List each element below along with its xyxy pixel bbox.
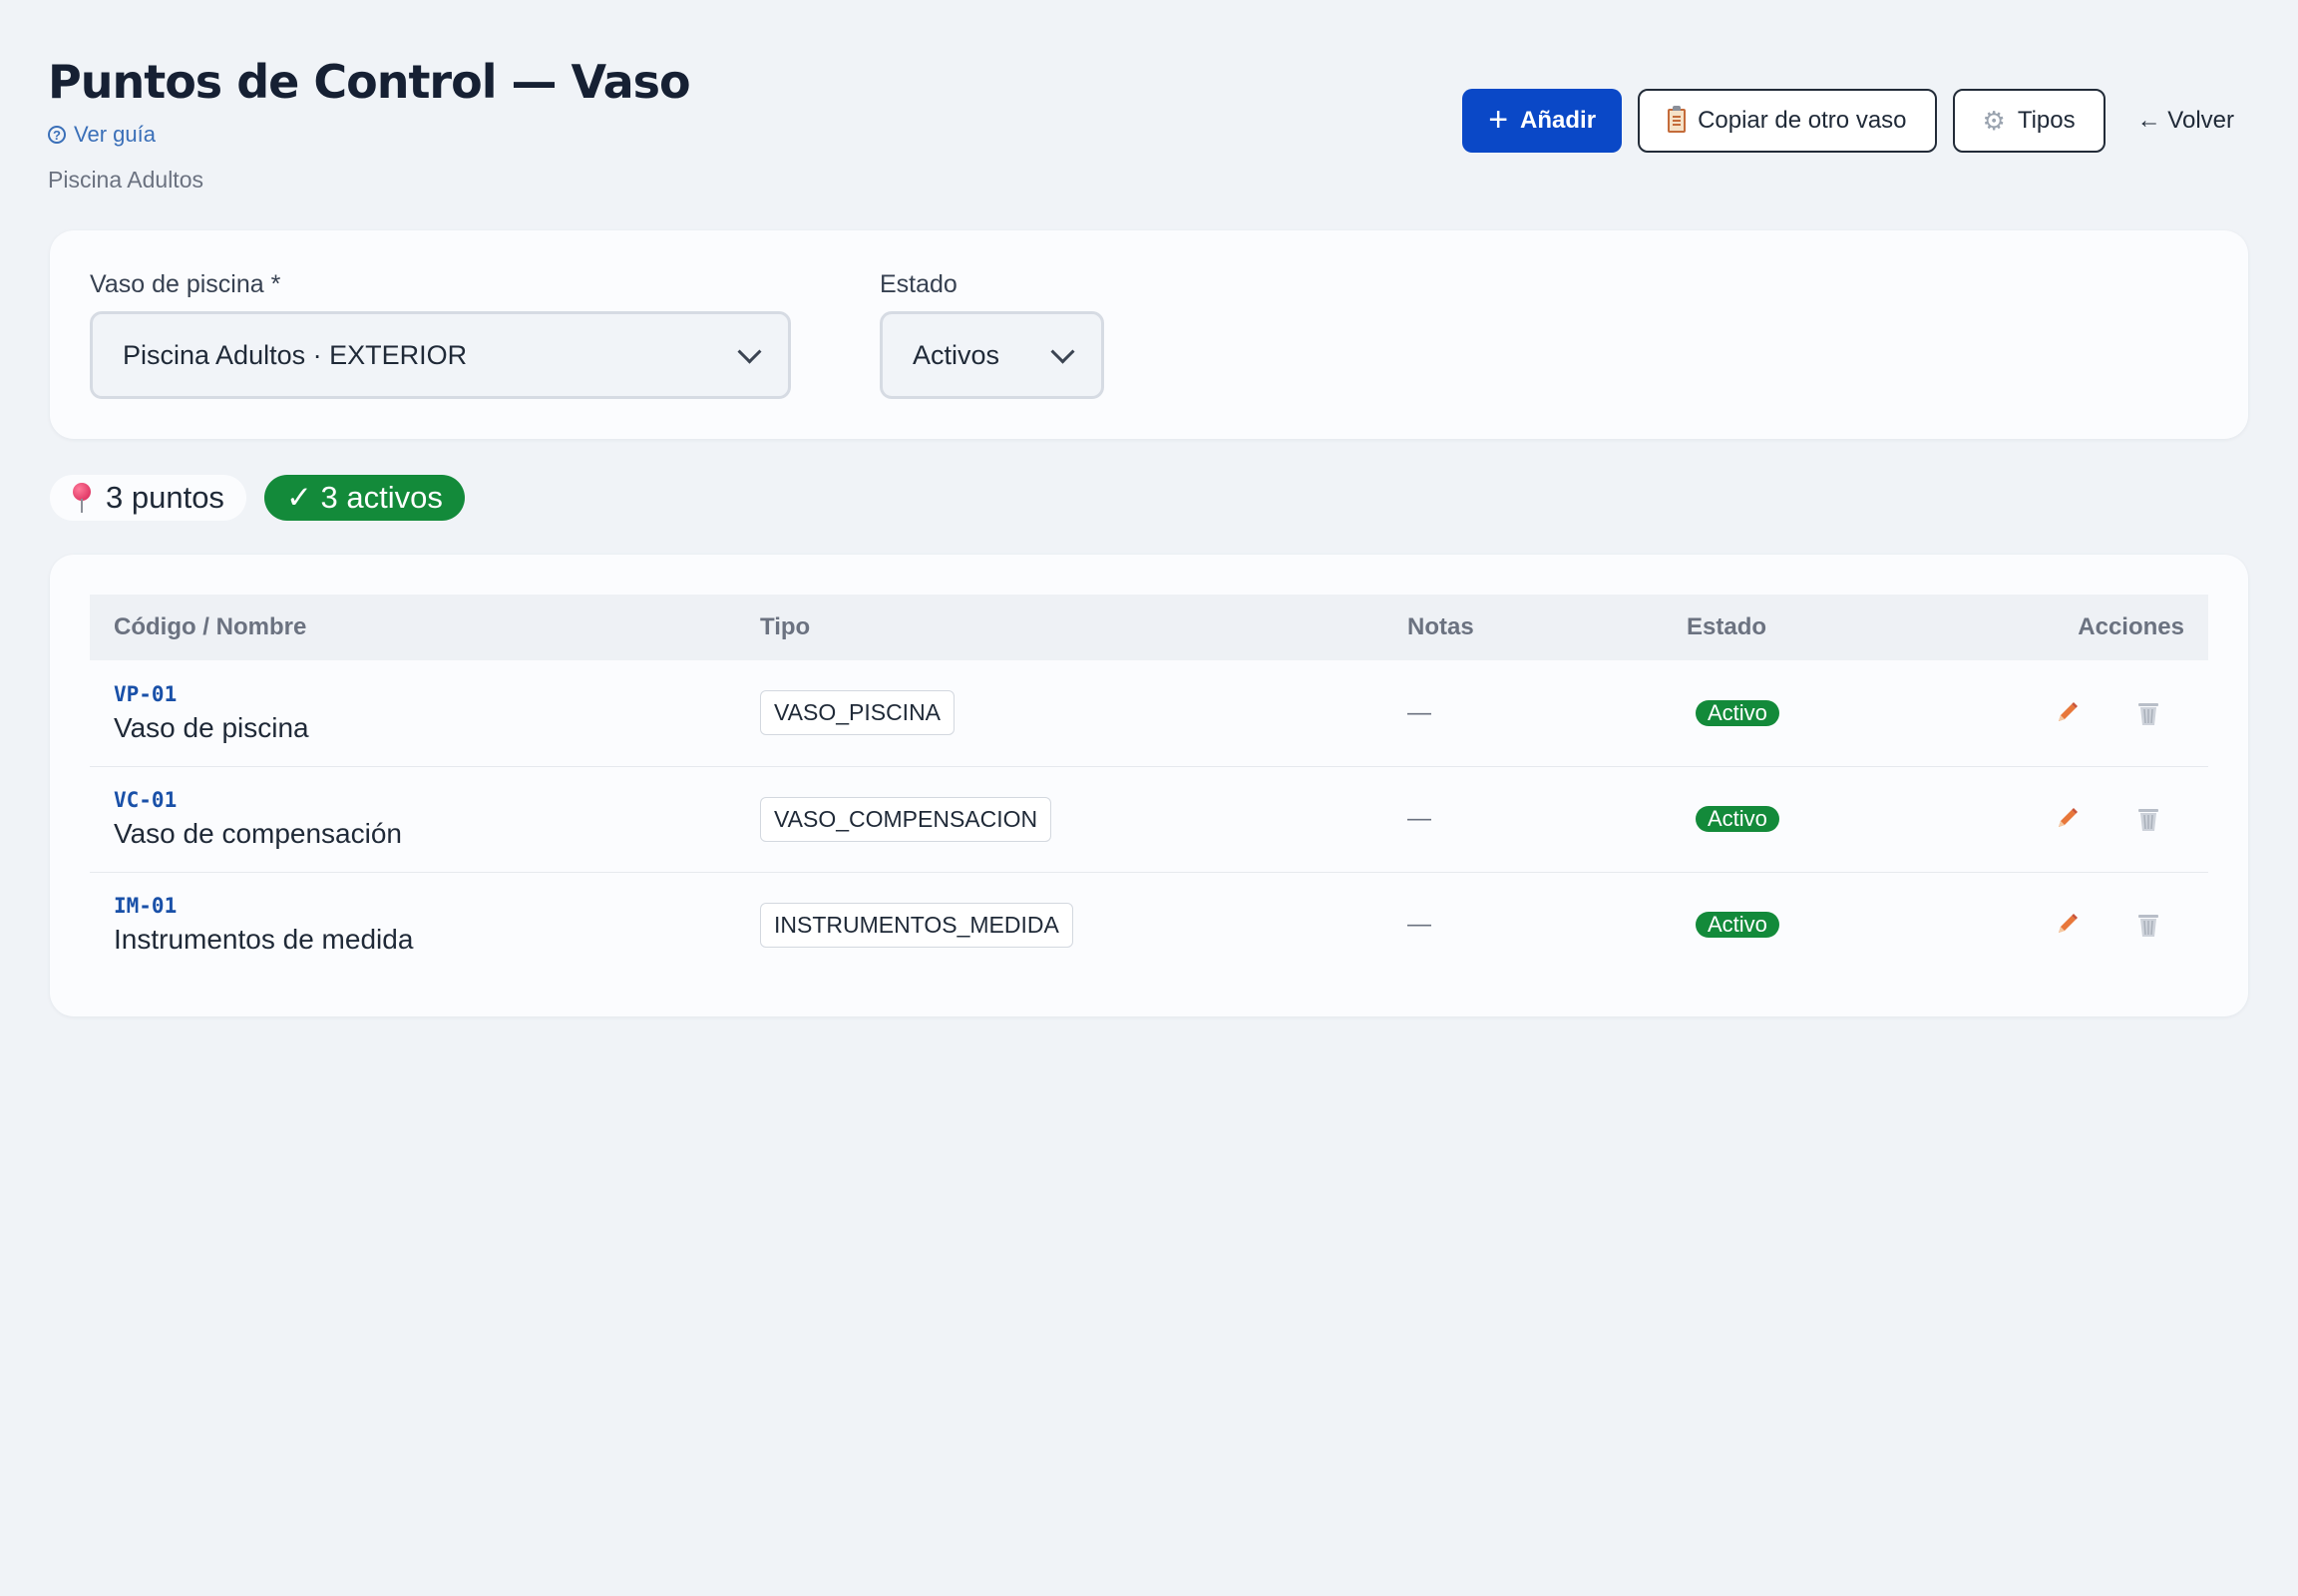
status-badge: Activo [1696, 699, 1779, 726]
control-points-card: Código / Nombre Tipo Notas Estado Accion… [50, 555, 2248, 1016]
edit-button[interactable] [2047, 905, 2087, 945]
state-label: Estado [880, 270, 958, 298]
delete-button[interactable] [2128, 693, 2168, 733]
column-header-state: Estado [1687, 613, 1767, 640]
notes-cell: — [1383, 766, 1663, 872]
state-cell: Activo [1663, 766, 1962, 872]
type-cell: VASO_COMPENSACION [736, 766, 1383, 872]
status-badge: Activo [1696, 912, 1779, 939]
points-count-badge: 3 puntos [50, 475, 246, 521]
control-points-table: Código / Nombre Tipo Notas Estado Accion… [90, 595, 2208, 978]
add-button-label: Añadir [1520, 107, 1597, 134]
code-name-cell: VP-01 Vaso de piscina [90, 660, 736, 766]
types-button-label: Tipos [2017, 107, 2076, 134]
page-title: Puntos de Control — Vaso [48, 55, 691, 109]
edit-button[interactable] [2047, 693, 2087, 733]
notes-value: — [1407, 698, 1431, 726]
notes-cell: — [1383, 660, 1663, 766]
filter-card: Vaso de piscina * Piscina Adultos · EXTE… [50, 230, 2248, 439]
vessel-select[interactable]: Piscina Adultos · EXTERIOR [90, 311, 791, 399]
types-button[interactable]: ⚙ Tipos [1952, 89, 2106, 153]
type-cell: INSTRUMENTOS_MEDIDA [736, 872, 1383, 978]
table-row: VC-01 Vaso de compensación VASO_COMPENSA… [90, 766, 2208, 872]
copy-button-label: Copiar de otro vaso [1698, 107, 1907, 134]
notes-cell: — [1383, 872, 1663, 978]
state-cell: Activo [1663, 872, 1962, 978]
pushpin-icon [72, 483, 92, 513]
type-cell: VASO_PISCINA [736, 660, 1383, 766]
question-circle-icon: ? [48, 126, 66, 144]
state-select[interactable]: Activos [880, 311, 1104, 399]
guide-link[interactable]: ? Ver guía [48, 122, 156, 148]
type-tag: VASO_PISCINA [760, 690, 956, 736]
clipboard-icon [1668, 106, 1687, 133]
pencil-icon [2058, 808, 2078, 827]
column-header-notes: Notas [1407, 613, 1474, 640]
table-row: IM-01 Instrumentos de medida INSTRUMENTO… [90, 872, 2208, 978]
point-name: Instrumentos de medida [114, 924, 414, 956]
column-header-type: Tipo [760, 613, 811, 640]
actions-cell [1962, 660, 2208, 766]
state-cell: Activo [1663, 660, 1962, 766]
table-row: VP-01 Vaso de piscina VASO_PISCINA — Act… [90, 660, 2208, 766]
notes-value: — [1407, 911, 1431, 939]
column-header-actions: Acciones [2078, 613, 2184, 640]
type-tag: VASO_COMPENSACION [760, 796, 1052, 842]
chevron-down-icon [1050, 339, 1075, 364]
gear-icon: ⚙ [1982, 106, 2006, 136]
guide-link-label: Ver guía [74, 122, 156, 147]
actions-cell [1962, 766, 2208, 872]
pencil-icon [2058, 914, 2078, 934]
column-header-code-name: Código / Nombre [114, 613, 307, 640]
state-select-value: Activos [913, 339, 1000, 370]
point-name: Vaso de compensación [114, 818, 402, 849]
copy-from-vessel-button[interactable]: Copiar de otro vaso [1638, 89, 1937, 153]
add-button[interactable]: + Añadir [1462, 89, 1623, 153]
trash-icon [2138, 915, 2158, 938]
delete-button[interactable] [2128, 905, 2168, 945]
trash-icon [2138, 809, 2158, 831]
page-subtitle: Piscina Adultos [48, 167, 203, 193]
trash-icon [2138, 702, 2158, 725]
notes-value: — [1407, 805, 1431, 832]
vessel-label: Vaso de piscina * [90, 270, 281, 298]
code-name-cell: IM-01 Instrumentos de medida [90, 872, 736, 978]
header-actions: + Añadir Copiar de otro vaso ⚙ Tipos ← V… [1462, 89, 2250, 153]
points-count-label: 3 puntos [106, 480, 224, 515]
point-code: IM-01 [114, 894, 178, 919]
vessel-select-value: Piscina Adultos · EXTERIOR [123, 339, 468, 370]
summary-pills: 3 puntos ✓ 3 activos [50, 475, 465, 521]
back-button[interactable]: ← Volver [2121, 89, 2250, 153]
type-tag: INSTRUMENTOS_MEDIDA [760, 902, 1073, 948]
chevron-down-icon [737, 339, 762, 364]
active-count-badge: ✓ 3 activos [263, 475, 465, 521]
pencil-icon [2058, 701, 2078, 721]
point-code: VP-01 [114, 681, 178, 706]
point-name: Vaso de piscina [114, 711, 309, 743]
edit-button[interactable] [2047, 799, 2087, 839]
actions-cell [1962, 872, 2208, 978]
code-name-cell: VC-01 Vaso de compensación [90, 766, 736, 872]
table-header-row: Código / Nombre Tipo Notas Estado Accion… [90, 595, 2208, 660]
point-code: VC-01 [114, 788, 178, 812]
plus-icon: + [1488, 100, 1509, 139]
delete-button[interactable] [2128, 799, 2168, 839]
status-badge: Activo [1696, 806, 1779, 832]
